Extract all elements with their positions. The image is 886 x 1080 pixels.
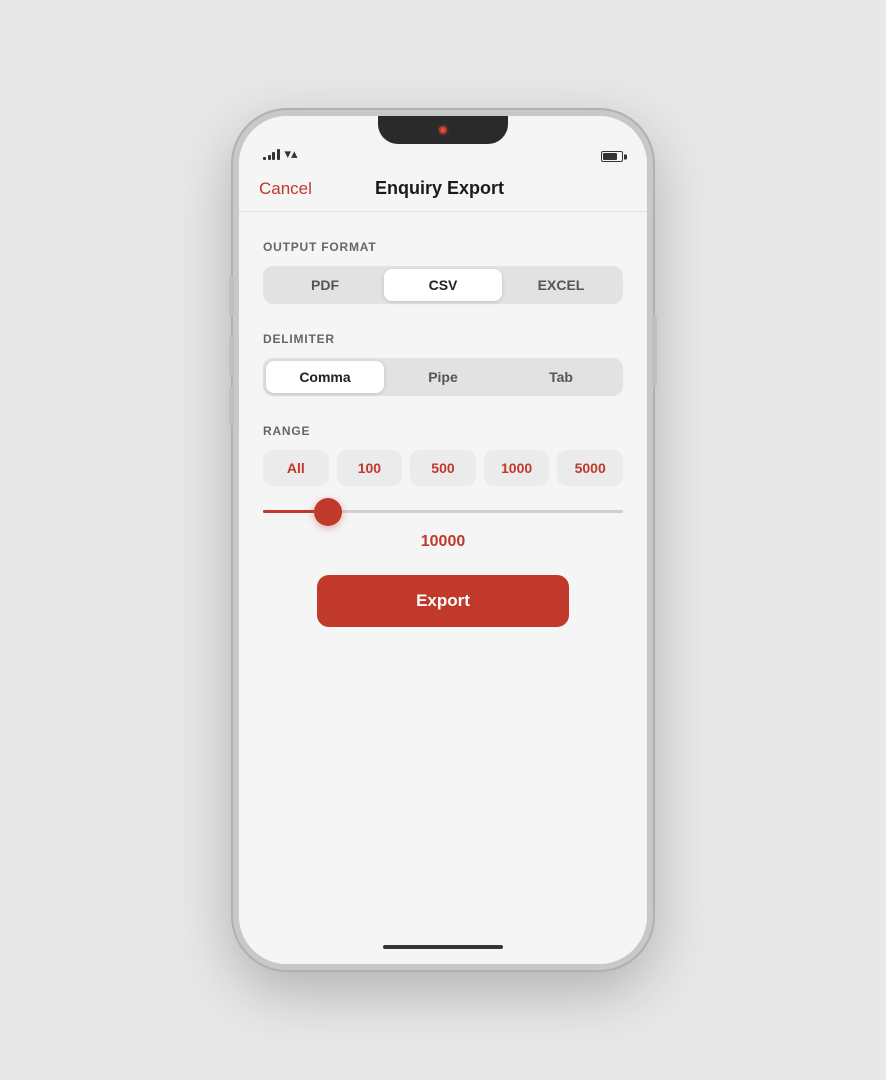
- signal-group: ▾▴: [263, 146, 298, 162]
- camera-icon: [437, 124, 449, 136]
- range-500-button[interactable]: 500: [410, 450, 476, 486]
- nav-bar: Cancel Enquiry Export: [239, 168, 647, 212]
- format-csv-button[interactable]: CSV: [384, 269, 502, 301]
- page-title: Enquiry Export: [375, 178, 504, 199]
- range-all-button[interactable]: All: [263, 450, 329, 486]
- status-bar: ▾▴: [239, 116, 647, 168]
- slider-value: 10000: [263, 533, 623, 551]
- delimiter-tab-button[interactable]: Tab: [502, 361, 620, 393]
- signal-icon: [263, 148, 280, 160]
- format-pdf-button[interactable]: PDF: [266, 269, 384, 301]
- export-button[interactable]: Export: [317, 575, 569, 627]
- notch: [378, 116, 508, 144]
- range-control: All 100 500 1000 5000: [263, 450, 623, 486]
- home-bar: [383, 945, 503, 949]
- phone-screen: ▾▴ Cancel Enquiry Export OUTPUT FORMAT P…: [239, 116, 647, 964]
- delimiter-comma-button[interactable]: Comma: [266, 361, 384, 393]
- battery-fill: [603, 153, 617, 160]
- delimiter-label: DELIMITER: [263, 332, 623, 346]
- slider-track: [263, 510, 623, 513]
- home-indicator: [239, 930, 647, 964]
- cancel-button[interactable]: Cancel: [259, 179, 312, 199]
- delimiter-control: Comma Pipe Tab: [263, 358, 623, 396]
- range-1000-button[interactable]: 1000: [484, 450, 550, 486]
- output-format-label: OUTPUT FORMAT: [263, 240, 623, 254]
- output-format-control: PDF CSV EXCEL: [263, 266, 623, 304]
- battery-group: [601, 151, 623, 162]
- delimiter-pipe-button[interactable]: Pipe: [384, 361, 502, 393]
- battery-icon: [601, 151, 623, 162]
- range-100-button[interactable]: 100: [337, 450, 403, 486]
- content-area: OUTPUT FORMAT PDF CSV EXCEL DELIMITER Co…: [239, 212, 647, 930]
- wifi-icon: ▾▴: [285, 146, 298, 162]
- format-excel-button[interactable]: EXCEL: [502, 269, 620, 301]
- slider-thumb[interactable]: [314, 498, 342, 526]
- range-label: RANGE: [263, 424, 623, 438]
- phone-frame: ▾▴ Cancel Enquiry Export OUTPUT FORMAT P…: [233, 110, 653, 970]
- slider-container: [263, 510, 623, 513]
- range-5000-button[interactable]: 5000: [557, 450, 623, 486]
